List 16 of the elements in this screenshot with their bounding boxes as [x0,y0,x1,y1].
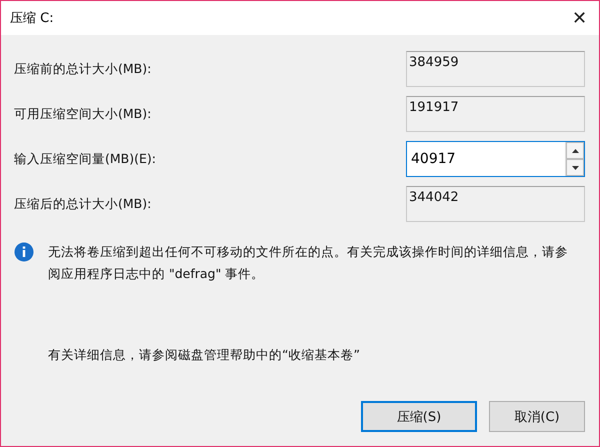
info-icon [14,242,34,262]
info-message: 无法将卷压缩到超出任何不可移动的文件所在的点。有关完成该操作时间的详细信息，请参阅应用程序日志中的 "defrag" 事件。 [48,243,569,283]
number-input[interactable]: 40917 [407,142,565,176]
field-label: 输入压缩空间量(MB)(E): [14,150,156,168]
dialog-button[interactable]: 取消(C) [489,401,585,432]
help-text: 有关详细信息，请参阅磁盘管理帮助中的“收缩基本卷” [48,347,361,364]
dialog-button[interactable]: 压缩(S) [361,401,477,432]
value-box: 344042 [406,186,585,222]
field-label: 可用压缩空间大小(MB): [14,106,152,122]
field-label: 压缩前的总计大小(MB): [14,60,152,78]
spin-field[interactable]: 40917 [406,141,585,177]
field-label: 压缩后的总计大小(MB): [14,196,152,212]
window-title: 压缩 C: [10,10,54,27]
value-box: 384959 [406,51,585,87]
close-button[interactable]: ✕ [568,7,591,29]
value-box: 191917 [406,96,585,132]
